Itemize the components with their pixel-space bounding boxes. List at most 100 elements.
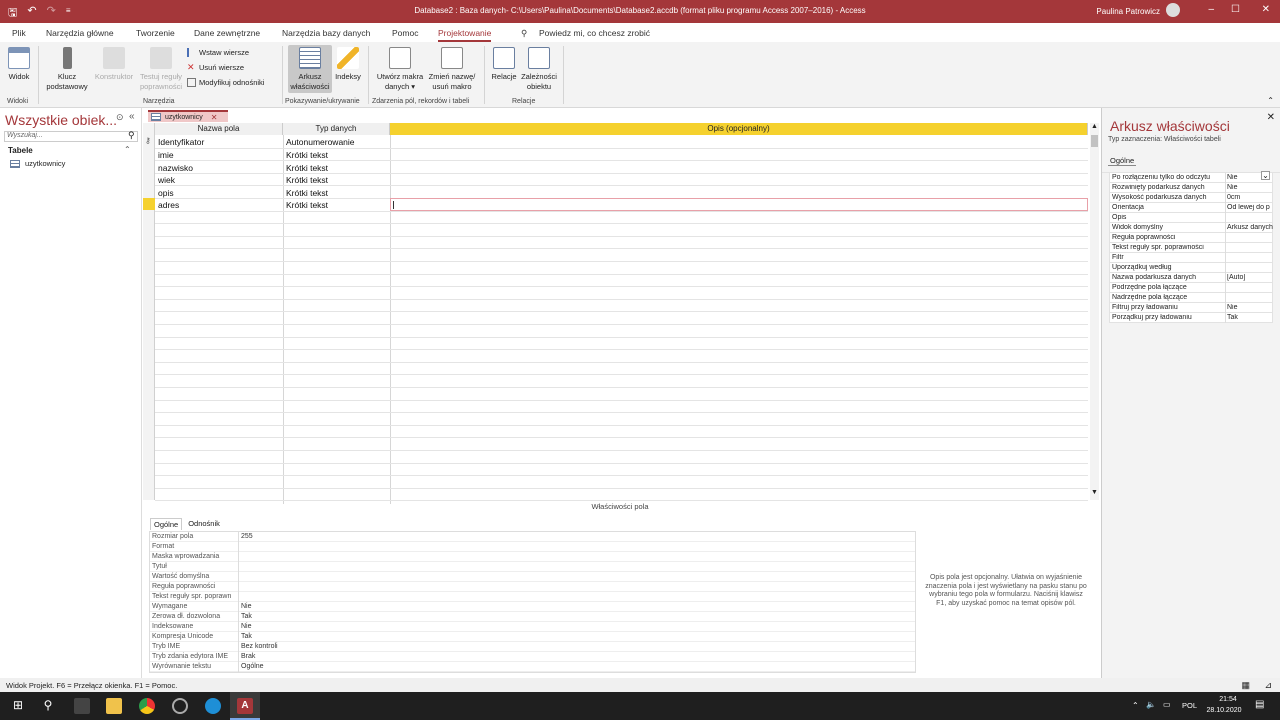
tab-projektowanie[interactable]: Projektowanie [438,28,492,42]
data-type-cell[interactable]: Krótki tekst [286,150,328,160]
field-prop-value[interactable]: Brak [241,653,255,660]
row-selector-column[interactable] [143,123,155,500]
field-prop-row[interactable]: Wartość domyślna [150,572,915,582]
file-explorer-icon[interactable] [106,698,122,714]
field-prop-value[interactable]: Ogólne [241,663,264,670]
field-prop-value[interactable]: Tak [241,633,252,640]
notifications-icon[interactable]: ▤ [1255,699,1264,710]
scroll-down-icon[interactable]: ▼ [1091,489,1098,496]
nav-search-input[interactable]: Wyszukaj... [4,131,138,142]
field-name-cell[interactable]: wiek [158,175,175,185]
design-view-icon[interactable]: ⊿ [1264,680,1272,691]
property-row[interactable]: Wysokość podarkusza danych 0cm [1109,193,1273,203]
property-row[interactable]: Filtruj przy ładowaniu Nie [1109,303,1273,313]
field-name-cell[interactable]: adres [158,200,179,210]
field-prop-value[interactable]: Nie [241,623,252,630]
field-prop-value[interactable]: Bez kontroli [241,643,278,650]
scroll-thumb[interactable] [1091,135,1098,147]
field-prop-row[interactable]: Indeksowane Nie [150,622,915,632]
indexes-button[interactable]: Indeksy [333,47,363,82]
field-name-cell[interactable]: nazwisko [158,163,193,173]
user-name[interactable]: Paulina Patrowicz [1096,7,1160,16]
obs-icon[interactable] [172,698,188,714]
property-row[interactable]: Nadrzędne pola łączące [1109,293,1273,303]
scroll-up-icon[interactable]: ▲ [1091,123,1098,130]
tab-odnosnik[interactable]: Odnośnik [188,518,220,530]
property-value[interactable]: Arkusz danych [1227,224,1274,231]
property-value[interactable]: [Auto] [1227,274,1274,281]
windows-start-icon[interactable]: ⊞ [10,698,26,714]
field-name-cell[interactable]: opis [158,188,174,198]
field-prop-row[interactable]: Tekst reguły spr. poprawn [150,592,915,602]
datasheet-view-icon[interactable]: ▦ [1241,680,1250,691]
property-row[interactable]: Filtr [1109,253,1273,263]
tab-narzedzia-glowne[interactable]: Narzędzia główne [46,28,114,38]
access-taskbar-button[interactable]: A [230,692,260,720]
close-button[interactable]: ✕ [1262,4,1270,15]
field-name-cell[interactable]: imie [158,150,174,160]
tab-ogolne-props[interactable]: Ogólne [1108,156,1137,166]
property-row[interactable]: Reguła poprawności [1109,233,1273,243]
object-dependencies-button[interactable]: Zależności obiektu [519,47,559,92]
chrome-icon[interactable] [139,698,155,714]
chevron-up-icon[interactable]: ⌃ [124,145,131,154]
search-icon[interactable]: ⚲ [40,698,56,714]
field-prop-row[interactable]: Wyrównanie tekstu Ogólne [150,662,915,672]
vertical-scrollbar[interactable]: ▲ ▼ [1090,123,1099,500]
nav-item-uzytkownicy[interactable]: uzytkownicy [10,159,65,168]
tab-dane-zewnetrzne[interactable]: Dane zewnętrzne [194,28,260,38]
doc-tab-uzytkownicy[interactable]: uzytkownicy ✕ [148,110,228,122]
property-row[interactable]: Porządkuj przy ładowaniu Tak [1109,313,1273,323]
property-row[interactable]: Tekst reguły spr. poprawności [1109,243,1273,253]
nav-header[interactable]: Wszystkie obiek... [5,112,117,128]
tab-tworzenie[interactable]: Tworzenie [136,28,175,38]
property-value[interactable]: Od lewej do p [1227,204,1274,211]
create-data-macros-button[interactable]: Utwórz makra danych ▾ [374,47,426,92]
tab-narzedzia-bazy[interactable]: Narzędzia bazy danych [282,28,370,38]
close-tab-icon[interactable]: ✕ [211,113,218,122]
edge-icon[interactable] [205,698,221,714]
data-type-cell[interactable]: Krótki tekst [286,200,328,210]
field-prop-row[interactable]: Tytuł [150,562,915,572]
property-row[interactable]: Rozwinięty podarkusz danych Nie [1109,183,1273,193]
delete-rows-button[interactable]: ✕ Usuń wiersze [187,63,244,73]
test-rules-button[interactable]: Testuj reguły poprawności [136,47,186,92]
data-type-cell[interactable]: Krótki tekst [286,188,328,198]
collapse-ribbon-icon[interactable]: ⌃ [1267,96,1274,105]
property-row[interactable]: Uporządkuj według [1109,263,1273,273]
field-prop-row[interactable]: Maska wprowadzania [150,552,915,562]
clock-time[interactable]: 21:54 [1210,696,1246,703]
property-row[interactable]: Orientacja Od lewej do p [1109,203,1273,213]
property-row[interactable]: Widok domyślny Arkusz danych [1109,223,1273,233]
tab-ogolne[interactable]: Ogólne [150,518,183,530]
field-name-cell[interactable]: Identyfikator [158,137,204,147]
relationships-button[interactable]: Relacje [489,47,519,82]
tab-plik[interactable]: Plik [12,28,26,38]
dropdown-arrow-icon[interactable]: ⌄ [1261,171,1270,180]
data-type-cell[interactable]: Krótki tekst [286,175,328,185]
nav-group-tabele[interactable]: Tabele [8,146,33,155]
maximize-button[interactable]: ☐ [1231,4,1240,15]
tell-me-search[interactable]: Powiedz mi, co chcesz zrobić [539,28,650,38]
avatar[interactable] [1166,3,1180,17]
property-row[interactable]: Podrzędne pola łączące [1109,283,1273,293]
field-prop-value[interactable]: 255 [241,533,253,540]
network-icon[interactable]: ▭ [1163,700,1171,709]
nav-menu-icon[interactable]: ⊙ [116,112,124,123]
primary-key-button[interactable]: Klucz podstawowy [42,47,92,92]
minimize-button[interactable]: – [1208,4,1214,15]
property-value[interactable]: 0cm [1227,194,1274,201]
property-row[interactable]: Nazwa podarkusza danych [Auto] [1109,273,1273,283]
field-prop-value[interactable]: Nie [241,603,252,610]
property-value[interactable]: Nie [1227,184,1274,191]
clock-date[interactable]: 28.10.2020 [1202,707,1246,714]
field-prop-row[interactable]: Kompresja Unicode Tak [150,632,915,642]
close-icon[interactable]: ✕ [1267,112,1275,123]
task-view-icon[interactable] [74,698,90,714]
property-value[interactable]: Tak [1227,314,1274,321]
view-button[interactable]: Widok [5,47,33,82]
tab-pomoc[interactable]: Pomoc [392,28,418,38]
field-prop-value[interactable]: Tak [241,613,252,620]
field-prop-row[interactable]: Format [150,542,915,552]
builder-button[interactable]: Konstruktor [92,47,136,82]
